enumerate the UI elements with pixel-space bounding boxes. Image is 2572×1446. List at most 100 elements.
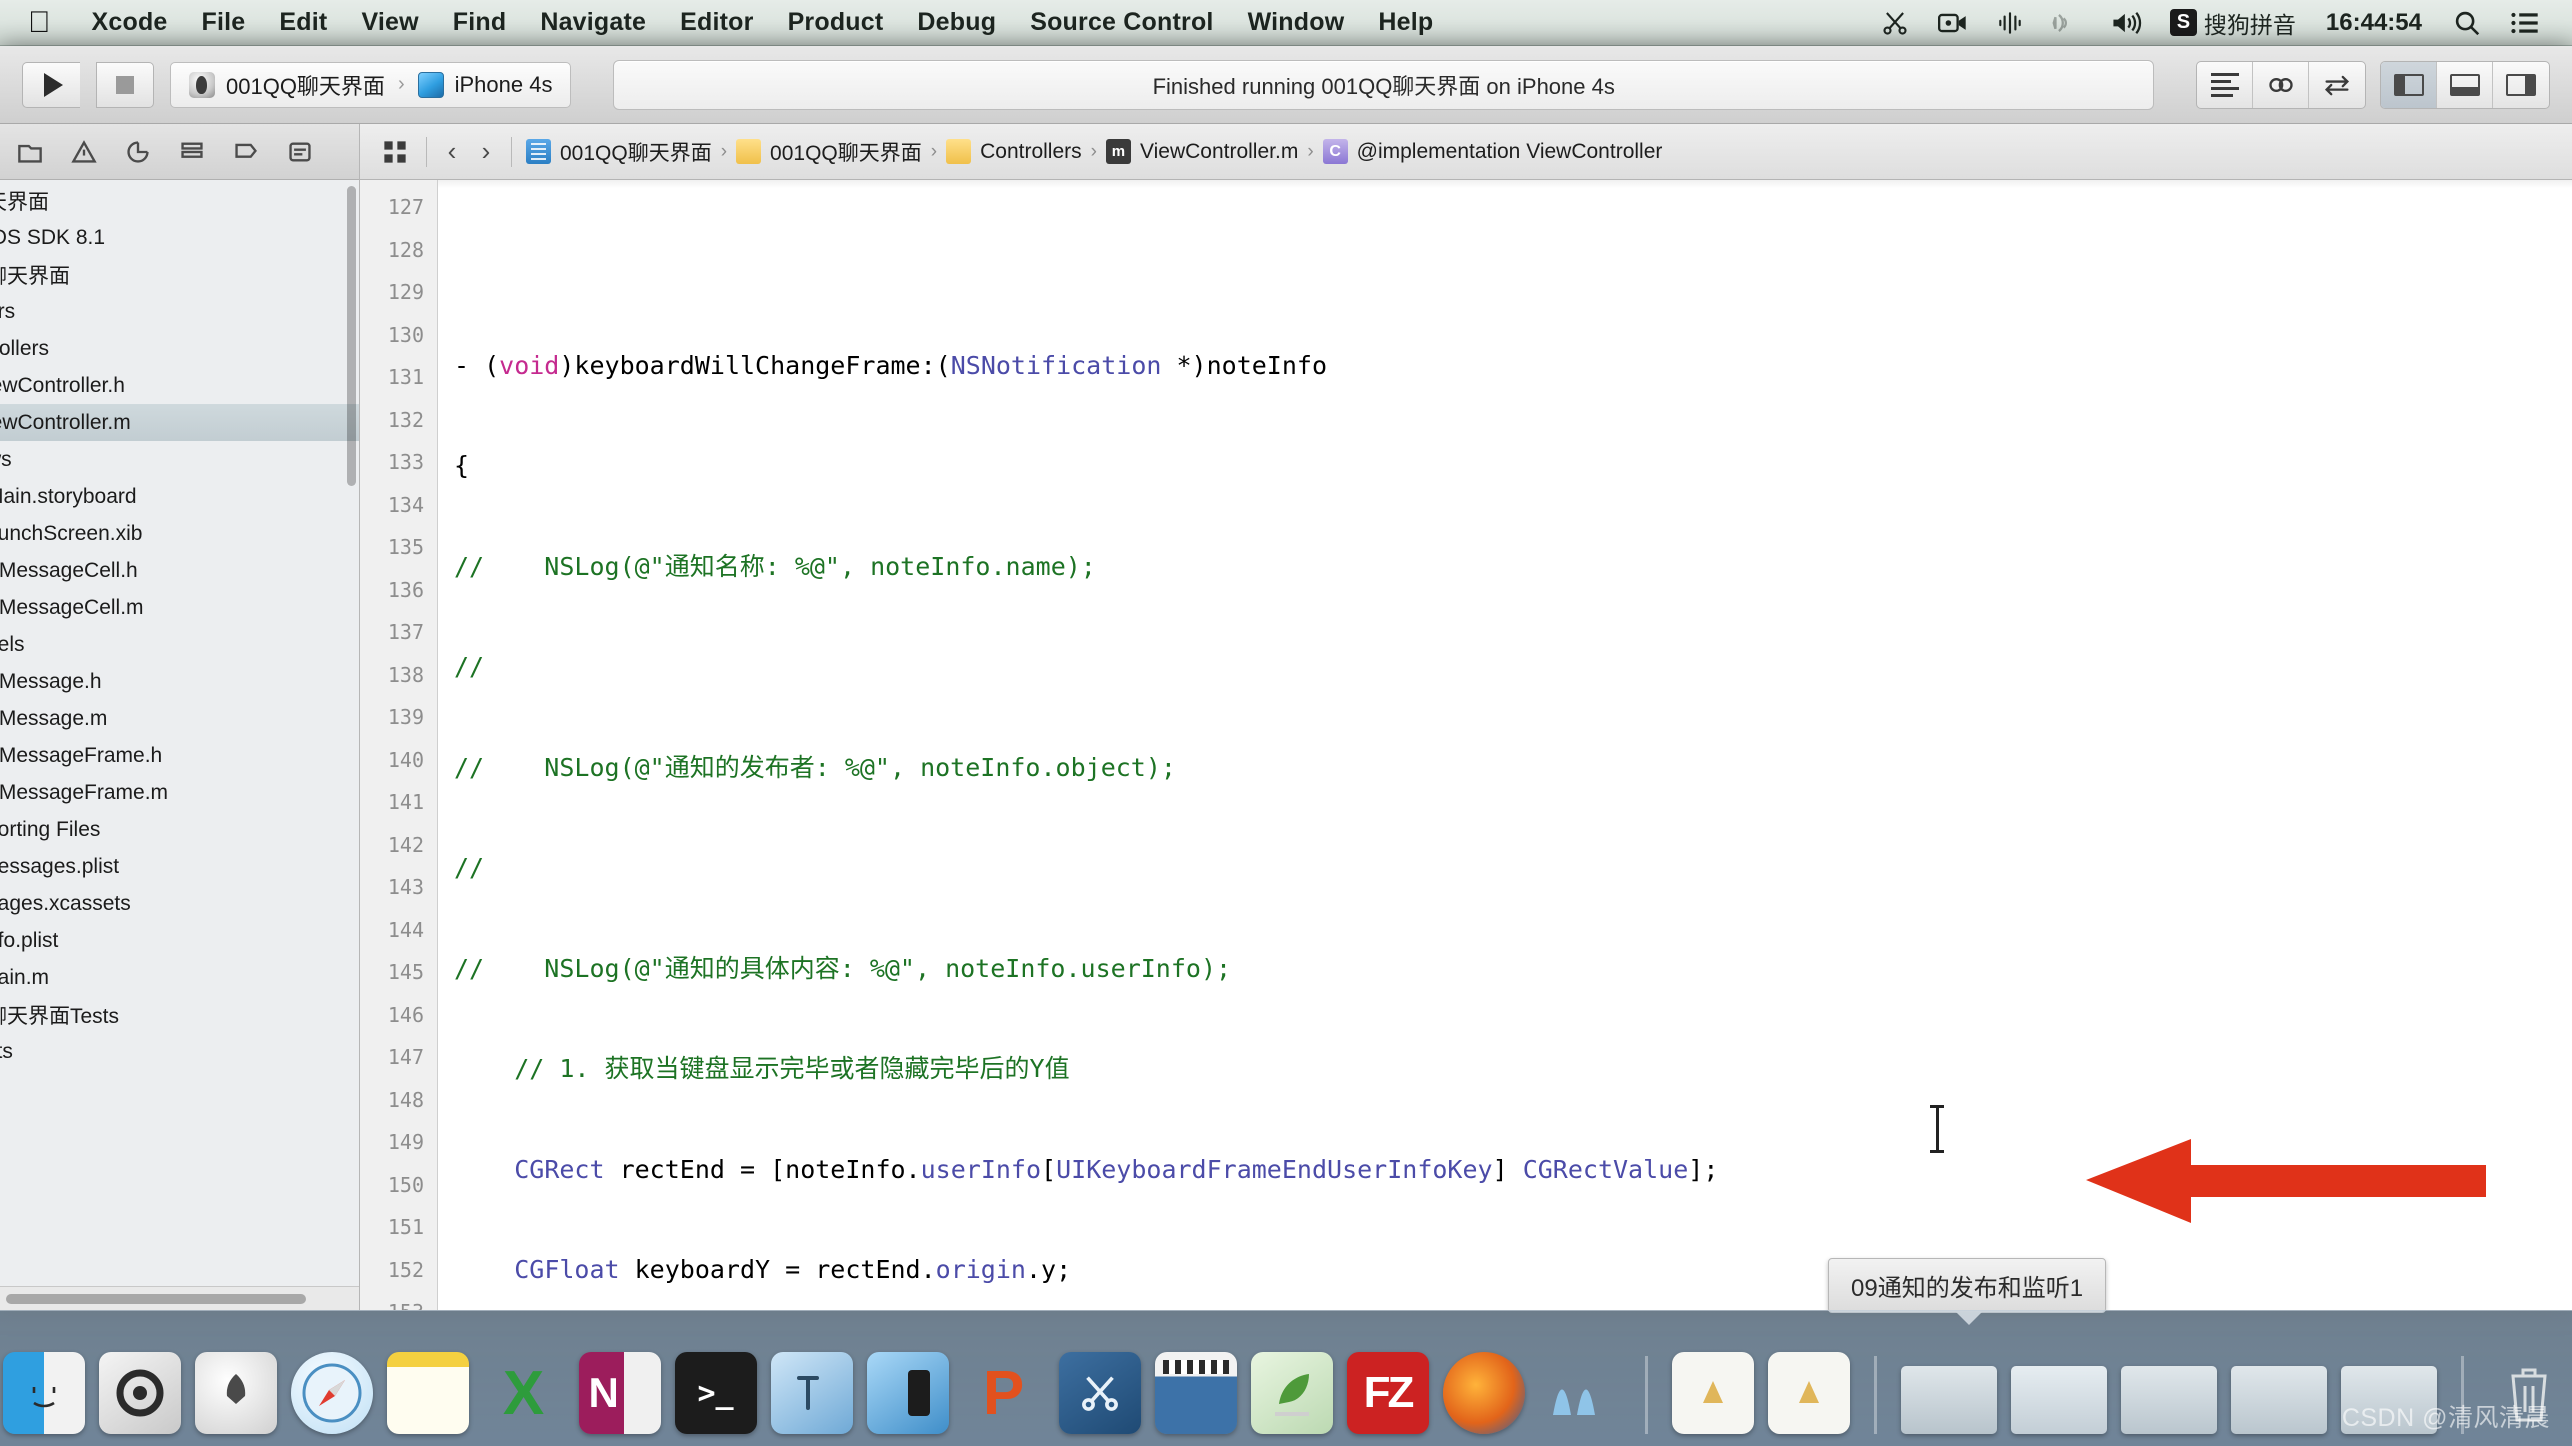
- search-icon[interactable]: [2438, 8, 2496, 38]
- navigator-toggle-button[interactable]: [2381, 61, 2437, 108]
- nav-item-2[interactable]: 聊天界面: [0, 256, 359, 293]
- breadcrumb-symbol[interactable]: C @implementation ViewController: [1317, 139, 1669, 164]
- dock-item-document-1[interactable]: [1671, 1352, 1754, 1434]
- dock-item-system-preferences[interactable]: [98, 1352, 181, 1434]
- menubar-clock[interactable]: 16:44:54: [2310, 9, 2438, 37]
- volume-icon[interactable]: [2096, 10, 2156, 36]
- nav-item-7[interactable]: ws: [0, 441, 359, 478]
- dock-item-onenote[interactable]: N: [578, 1352, 661, 1434]
- nav-item-10[interactable]: ZMessageCell.h: [0, 552, 359, 589]
- scissors-icon[interactable]: [1866, 8, 1924, 38]
- utilities-toggle-button[interactable]: [2493, 62, 2549, 108]
- test-navigator-icon[interactable]: [116, 132, 160, 172]
- navigator-horizontal-scrollbar[interactable]: [0, 1286, 359, 1310]
- dock-item-finder[interactable]: [2, 1352, 85, 1434]
- scheme-selector[interactable]: 001QQ聊天界面 › iPhone 4s: [170, 61, 572, 108]
- navigator-hscroll-thumb[interactable]: [6, 1294, 306, 1304]
- menu-editor[interactable]: Editor: [663, 8, 770, 37]
- issue-navigator-icon[interactable]: [62, 132, 106, 172]
- dock-item-window-1[interactable]: [1900, 1366, 1997, 1434]
- nav-item-18[interactable]: nessages.plist: [0, 848, 359, 885]
- airplay-icon[interactable]: [2038, 10, 2096, 36]
- report-navigator-icon[interactable]: [278, 132, 322, 172]
- related-items-icon[interactable]: [372, 139, 418, 165]
- dock-item-launchpad[interactable]: [194, 1352, 277, 1434]
- breadcrumb-controllers[interactable]: Controllers: [940, 139, 1088, 164]
- forward-button[interactable]: ›: [469, 136, 503, 167]
- assistant-editor-button[interactable]: [2253, 61, 2309, 108]
- dock-item-window-3[interactable]: [2120, 1366, 2217, 1434]
- apple-icon[interactable]: : [28, 7, 51, 38]
- nav-item-15[interactable]: ZMessageFrame.h: [0, 737, 359, 774]
- notification-center-icon[interactable]: [2496, 10, 2554, 36]
- standard-editor-button[interactable]: [2197, 61, 2253, 108]
- dock-item-window-2[interactable]: [2010, 1366, 2107, 1434]
- run-button[interactable]: [22, 61, 80, 108]
- dock-item-snipping-tool[interactable]: [1058, 1352, 1141, 1434]
- breadcrumb-label-3: ViewController.m: [1139, 139, 1299, 163]
- breadcrumb-project[interactable]: 001QQ聊天界面: [520, 137, 718, 167]
- nav-item-19[interactable]: nages.xcassets: [0, 885, 359, 922]
- input-method-indicator[interactable]: S 搜狗拼音: [2156, 6, 2310, 40]
- menu-source-control[interactable]: Source Control: [1013, 8, 1230, 37]
- menu-navigate[interactable]: Navigate: [523, 8, 663, 37]
- menu-find[interactable]: Find: [436, 8, 524, 37]
- back-button[interactable]: ‹: [435, 136, 469, 167]
- nav-item-12[interactable]: dels: [0, 626, 359, 663]
- menu-view[interactable]: View: [344, 8, 435, 37]
- nav-item-16[interactable]: ZMessageFrame.m: [0, 774, 359, 811]
- navigator-vertical-scrollbar[interactable]: [347, 186, 356, 486]
- nav-item-8[interactable]: Main.storyboard: [0, 478, 359, 515]
- menu-help[interactable]: Help: [1361, 8, 1450, 37]
- dock-item-wave-app[interactable]: [1539, 1352, 1621, 1434]
- nav-item-9[interactable]: aunchScreen.xib: [0, 515, 359, 552]
- nav-item-5[interactable]: iewController.h: [0, 367, 359, 404]
- code-line-129: {: [454, 451, 470, 480]
- dock-item-filezilla[interactable]: FZ: [1346, 1352, 1429, 1434]
- nav-item-0[interactable]: 天界面: [0, 182, 359, 219]
- nav-item-17[interactable]: porting Files: [0, 811, 359, 848]
- dock-item-xcode[interactable]: [770, 1352, 853, 1434]
- dock-item-excel[interactable]: X: [483, 1352, 565, 1434]
- dock-item-safari[interactable]: [290, 1352, 373, 1434]
- version-editor-button[interactable]: [2309, 62, 2365, 108]
- editor-top-shadow: [438, 180, 2572, 188]
- nav-item-14[interactable]: ZMessage.m: [0, 700, 359, 737]
- dock-item-imovie[interactable]: [1154, 1352, 1237, 1434]
- screen-recorder-icon[interactable]: [1924, 10, 1982, 36]
- menu-file[interactable]: File: [185, 8, 263, 37]
- menu-debug[interactable]: Debug: [900, 8, 1013, 37]
- line-number: 132: [387, 407, 424, 432]
- dock-item-notes[interactable]: [386, 1352, 469, 1434]
- nav-item-23[interactable]: cts: [0, 1033, 359, 1070]
- nav-item-13[interactable]: ZMessage.h: [0, 663, 359, 700]
- nav-item-1[interactable]: iOS SDK 8.1: [0, 219, 359, 256]
- menu-product[interactable]: Product: [771, 8, 901, 37]
- project-file-list[interactable]: 天界面 iOS SDK 8.1 聊天界面 ers trollers iewCon…: [0, 180, 359, 1286]
- nav-item-3[interactable]: ers: [0, 293, 359, 330]
- dock-item-firefox[interactable]: [1442, 1352, 1525, 1434]
- breadcrumb-file[interactable]: m ViewController.m: [1100, 139, 1304, 164]
- dock-item-blue-folder-app[interactable]: [866, 1352, 949, 1434]
- nav-item-4[interactable]: trollers: [0, 330, 359, 367]
- stop-button[interactable]: [96, 61, 154, 108]
- nav-item-21[interactable]: nain.m: [0, 959, 359, 996]
- dock-item-powerpoint[interactable]: P: [963, 1352, 1045, 1434]
- nav-item-11[interactable]: ZMessageCell.m: [0, 589, 359, 626]
- nav-item-22[interactable]: 聊天界面Tests: [0, 996, 359, 1033]
- project-navigator-icon[interactable]: [8, 132, 52, 172]
- dock-item-document-2[interactable]: [1767, 1352, 1850, 1434]
- breadcrumb-group[interactable]: 001QQ聊天界面: [730, 137, 928, 167]
- dock-item-window-4[interactable]: [2230, 1366, 2327, 1434]
- nav-item-6[interactable]: iewController.m: [0, 404, 359, 441]
- dock-item-feather-app[interactable]: [1250, 1352, 1333, 1434]
- menu-xcode[interactable]: Xcode: [75, 8, 185, 37]
- menu-window[interactable]: Window: [1231, 8, 1362, 37]
- menu-edit[interactable]: Edit: [262, 8, 344, 37]
- breakpoint-navigator-icon[interactable]: [224, 132, 268, 172]
- dock-item-terminal[interactable]: >_: [674, 1352, 757, 1434]
- debug-area-toggle-button[interactable]: [2437, 61, 2493, 108]
- nav-item-20[interactable]: nfo.plist: [0, 922, 359, 959]
- debug-navigator-icon[interactable]: [170, 132, 214, 172]
- waveform-icon[interactable]: [1982, 10, 2038, 36]
